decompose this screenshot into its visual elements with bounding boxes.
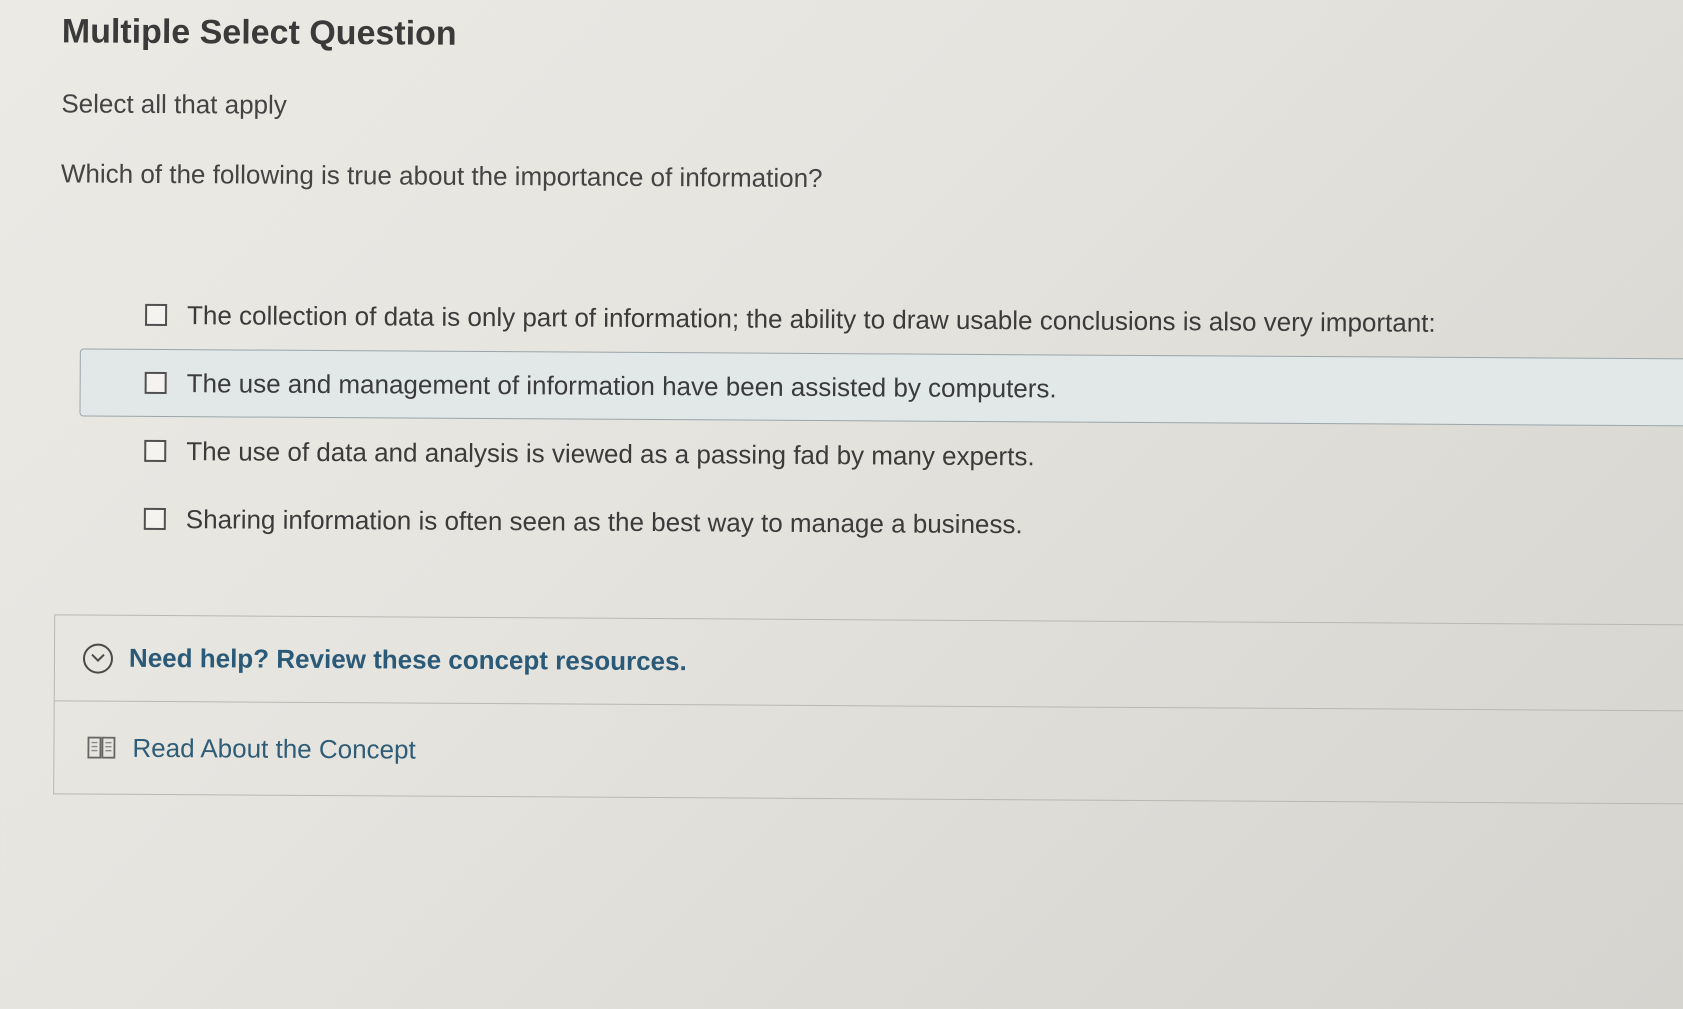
option-1-label: The collection of data is only part of i… xyxy=(186,299,1436,338)
help-toggle[interactable]: Need help? Review these concept resource… xyxy=(54,615,1683,712)
question-instruction: Select all that apply xyxy=(61,88,287,120)
question-prompt: Which of the following is true about the… xyxy=(60,158,823,194)
option-3-checkbox[interactable] xyxy=(144,439,167,463)
help-resources-panel: Need help? Review these concept resource… xyxy=(53,614,1683,805)
help-title: Need help? Review these concept resource… xyxy=(128,642,687,677)
option-4-checkbox[interactable] xyxy=(143,507,166,531)
answer-option-4[interactable]: Sharing information is often seen as the… xyxy=(79,484,1683,562)
option-3-label: The use of data and analysis is viewed a… xyxy=(186,435,1035,471)
question-type-title: Multiple Select Question xyxy=(61,12,457,53)
answer-option-2[interactable]: The use and management of information ha… xyxy=(79,348,1683,427)
option-1-checkbox[interactable] xyxy=(145,303,168,327)
option-2-checkbox[interactable] xyxy=(144,371,167,395)
resource-label[interactable]: Read About the Concept xyxy=(132,732,416,765)
resource-read-about-concept[interactable]: Read About the Concept xyxy=(54,701,1683,803)
answer-option-1[interactable]: The collection of data is only part of i… xyxy=(80,280,1683,358)
chevron-down-circle-icon[interactable] xyxy=(82,643,114,674)
answer-option-3[interactable]: The use of data and analysis is viewed a… xyxy=(79,416,1683,494)
option-4-label: Sharing information is often seen as the… xyxy=(185,503,1023,539)
option-2-label: The use and management of information ha… xyxy=(186,367,1057,403)
answer-options-list: The collection of data is only part of i… xyxy=(79,280,1683,562)
question-page: Multiple Select Question Select all that… xyxy=(0,0,1683,1009)
book-icon xyxy=(86,735,116,761)
